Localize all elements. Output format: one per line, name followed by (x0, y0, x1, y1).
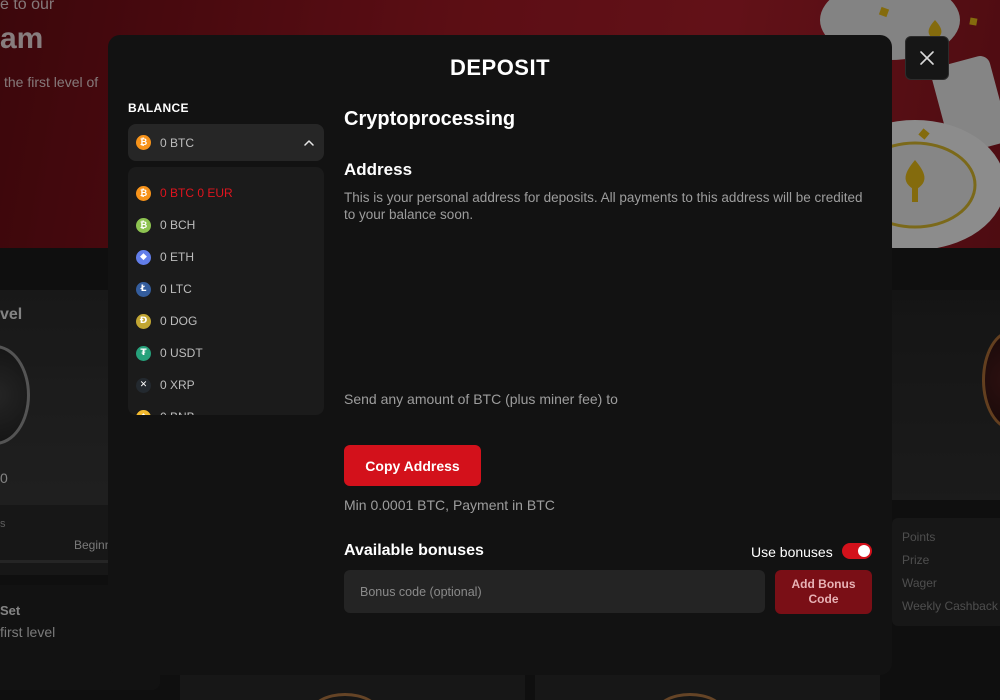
close-icon (920, 51, 934, 65)
balance-label: BALANCE (128, 101, 189, 115)
balance-item[interactable]: Ł 0 LTC (128, 273, 324, 305)
balance-item-label: 0 LTC (160, 282, 192, 296)
balance-item[interactable]: ✕ 0 XRP (128, 369, 324, 401)
bonus-code-input[interactable] (344, 570, 765, 613)
use-bonuses-label: Use bonuses (751, 544, 833, 560)
balance-select[interactable]: ₿ 0 BTC (128, 124, 324, 161)
close-button[interactable] (905, 36, 949, 80)
address-description: This is your personal address for deposi… (344, 190, 863, 222)
address-title: Address (344, 160, 413, 179)
balance-item-label: 0 DOG (160, 314, 198, 328)
xrp-icon: ✕ (136, 377, 151, 393)
balance-item-label: 0 BTC 0 EUR (160, 186, 233, 200)
use-bonuses-toggle[interactable] (842, 543, 872, 559)
balance-item[interactable]: Ð 0 DOG (128, 305, 324, 337)
balance-item[interactable]: ₿ 0 BTC 0 EUR (128, 177, 324, 209)
deposit-modal: DEPOSIT BALANCE ₿ 0 BTC ₿ 0 BTC 0 EUR ₿ 0 B… (108, 35, 892, 675)
bnb-icon: ◆ (136, 409, 151, 415)
toggle-knob (858, 545, 870, 557)
usdt-icon: ₮ (136, 345, 151, 361)
modal-title: DEPOSIT (449, 55, 551, 80)
btc-icon: ₿ (136, 185, 151, 201)
balance-item-label: 0 ETH (160, 250, 195, 264)
balance-item[interactable]: ◆ 0 BNB (128, 401, 324, 415)
balance-item-label: 0 BNB (160, 410, 195, 415)
btc-icon: ₿ (136, 135, 151, 150)
balance-item-label: 0 BCH (160, 218, 196, 232)
balance-item-label: 0 XRP (160, 378, 195, 392)
balance-item[interactable]: ₿ 0 BCH (128, 209, 324, 241)
copy-address-button[interactable]: Copy Address (344, 445, 481, 486)
chevron-up-icon (304, 139, 314, 146)
balance-item[interactable]: ◆ 0 ETH (128, 241, 324, 273)
balance-item[interactable]: ₮ 0 USDT (128, 337, 324, 369)
balance-select-value: 0 BTC (160, 135, 195, 150)
balance-dropdown-list: ₿ 0 BTC 0 EUR ₿ 0 BCH ◆ 0 ETH Ł 0 LTC Ð 0 DOG ₮ 0 U… (128, 167, 324, 415)
min-deposit-text: Min 0.0001 BTC, Payment in BTC (344, 497, 555, 513)
add-bonus-code-button[interactable]: Add Bonus Code (775, 570, 872, 614)
bch-icon: ₿ (136, 217, 151, 233)
eth-icon: ◆ (136, 249, 151, 265)
bonuses-title: Available bonuses (344, 542, 484, 559)
balance-item-label: 0 USDT (160, 346, 203, 360)
doge-icon: Ð (136, 313, 151, 329)
ltc-icon: Ł (136, 281, 151, 297)
send-instructions: Send any amount of BTC (plus miner fee) … (344, 391, 618, 407)
section-title: Cryptoprocessing (344, 108, 516, 130)
